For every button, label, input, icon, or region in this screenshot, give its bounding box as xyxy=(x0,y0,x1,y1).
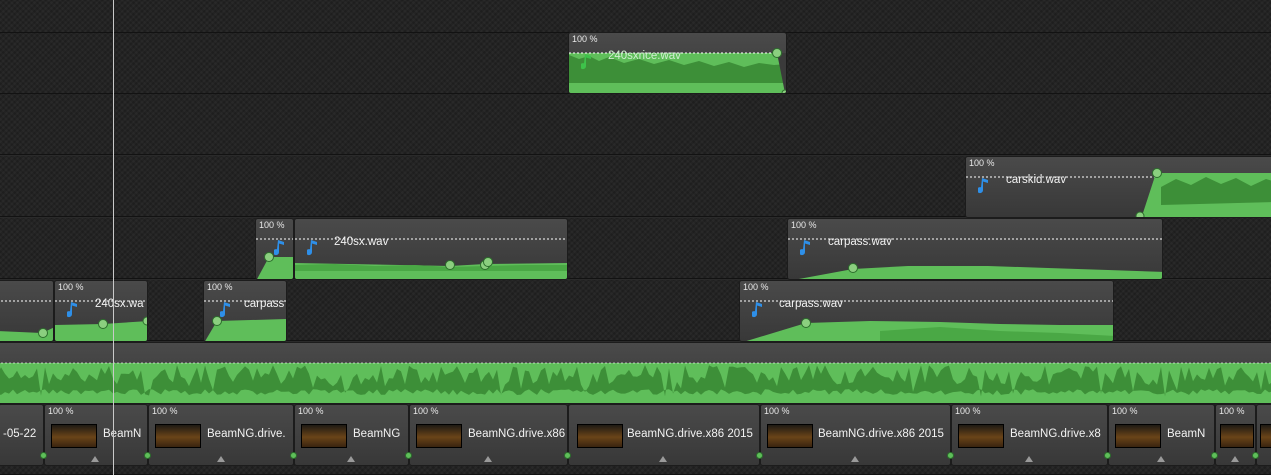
waveform xyxy=(788,238,1162,279)
audio-clip-short[interactable]: 100 % xyxy=(255,218,294,280)
clip-volume: 100 % xyxy=(298,406,324,416)
transition-triangle-icon[interactable] xyxy=(1231,456,1239,462)
audio-clip-carpass-3[interactable]: 100 % carpass.wav xyxy=(739,280,1114,342)
video-clip-label: BeamNG.drive.x86 2015 xyxy=(627,428,753,440)
playhead[interactable] xyxy=(113,0,114,475)
video-clip-label: BeamNG.drive.x8 xyxy=(1010,428,1101,440)
clip-volume: 100 % xyxy=(791,220,817,230)
clip-volume: 100 % xyxy=(58,282,84,292)
clip-volume: 100 % xyxy=(207,282,233,292)
music-note-icon xyxy=(66,300,79,323)
transition-triangle-icon[interactable] xyxy=(659,456,667,462)
transition-triangle-icon[interactable] xyxy=(91,456,99,462)
music-note-icon xyxy=(799,238,812,261)
waveform xyxy=(0,362,1271,403)
waveform xyxy=(740,300,1113,341)
transition-marker-icon[interactable] xyxy=(756,452,763,459)
video-clip-0[interactable]: -05-22 xyxy=(0,404,44,466)
transition-marker-icon[interactable] xyxy=(144,452,151,459)
clip-volume: 100 % xyxy=(152,406,178,416)
audio-clip-left-partial[interactable] xyxy=(0,280,54,342)
clip-volume: 100 % xyxy=(259,220,285,230)
audio-clip-240sx[interactable]: 240sx.wav xyxy=(294,218,568,280)
video-clip-label: BeamNG.drive. xyxy=(207,428,286,440)
audio-clip-carskid[interactable]: 100 % carskid.wav xyxy=(965,156,1271,218)
transition-marker-icon[interactable] xyxy=(1252,452,1259,459)
track-row-0 xyxy=(0,0,1271,33)
transition-triangle-icon[interactable] xyxy=(1157,456,1165,462)
transition-marker-icon[interactable] xyxy=(1211,452,1218,459)
audio-clip-240sxrice[interactable]: 100 % 240sxrice.wav xyxy=(568,32,787,94)
video-clip-label: BeamNG.drive.x86 2015 xyxy=(818,428,944,440)
music-note-icon xyxy=(306,238,319,261)
waveform xyxy=(0,300,53,341)
video-clip-label: BeamNG xyxy=(353,428,401,440)
transition-marker-icon[interactable] xyxy=(947,452,954,459)
clip-name: 240sxrice.wav xyxy=(608,50,681,62)
transition-triangle-icon[interactable] xyxy=(347,456,355,462)
waveform xyxy=(966,168,1271,217)
clip-name: carpass.wav xyxy=(828,236,892,248)
video-thumbnail xyxy=(301,424,347,448)
music-note-icon xyxy=(751,300,764,323)
video-thumbnail xyxy=(1260,424,1271,448)
clip-volume: 100 % xyxy=(1219,406,1245,416)
clip-name: carpass xyxy=(244,298,285,310)
transition-marker-icon[interactable] xyxy=(40,452,47,459)
audio-clip-carpass-2[interactable]: 100 % carpass xyxy=(203,280,287,342)
video-thumbnail xyxy=(155,424,201,448)
clip-volume: 100 % xyxy=(764,406,790,416)
video-clip-label: -05-22 xyxy=(3,428,37,440)
audio-clip-main-waveform[interactable] xyxy=(0,342,1271,404)
video-thumbnail xyxy=(958,424,1004,448)
video-thumbnail xyxy=(51,424,97,448)
clip-volume: 100 % xyxy=(48,406,74,416)
clip-name: 240sx.wav xyxy=(334,236,389,248)
audio-clip-240sx-2[interactable]: 100 % 240sx.wa xyxy=(54,280,148,342)
transition-marker-icon[interactable] xyxy=(564,452,571,459)
music-note-icon xyxy=(273,238,286,261)
clip-volume: 100 % xyxy=(743,282,769,292)
video-thumbnail xyxy=(1220,424,1254,448)
music-note-icon xyxy=(977,176,990,199)
video-thumbnail xyxy=(1115,424,1161,448)
clip-volume: 100 % xyxy=(969,158,995,168)
transition-marker-icon[interactable] xyxy=(1104,452,1111,459)
video-thumbnail xyxy=(767,424,813,448)
clip-volume: 100 % xyxy=(413,406,439,416)
video-clip-label: BeamN xyxy=(1167,428,1206,440)
transition-triangle-icon[interactable] xyxy=(1025,456,1033,462)
waveform xyxy=(569,48,786,93)
audio-clip-carpass[interactable]: 100 % carpass.wav xyxy=(787,218,1163,280)
clip-name: carskid.wav xyxy=(1006,174,1067,186)
clip-name: 240sx.wa xyxy=(95,298,144,310)
clip-volume: 100 % xyxy=(1112,406,1138,416)
video-thumbnail xyxy=(577,424,623,448)
video-clip-label: BeamN xyxy=(103,428,142,440)
video-thumbnail xyxy=(416,424,462,448)
transition-triangle-icon[interactable] xyxy=(217,456,225,462)
transition-marker-icon[interactable] xyxy=(290,452,297,459)
clip-volume: 100 % xyxy=(572,34,598,44)
clip-name: carpass.wav xyxy=(779,298,843,310)
music-note-icon xyxy=(219,300,232,323)
transition-marker-icon[interactable] xyxy=(405,452,412,459)
waveform xyxy=(295,238,567,279)
transition-triangle-icon[interactable] xyxy=(851,456,859,462)
track-row-2 xyxy=(0,94,1271,155)
video-clip-label: BeamNG.drive.x86 xyxy=(468,428,566,440)
music-note-icon xyxy=(580,52,593,75)
transition-triangle-icon[interactable] xyxy=(484,456,492,462)
clip-volume: 100 % xyxy=(955,406,981,416)
